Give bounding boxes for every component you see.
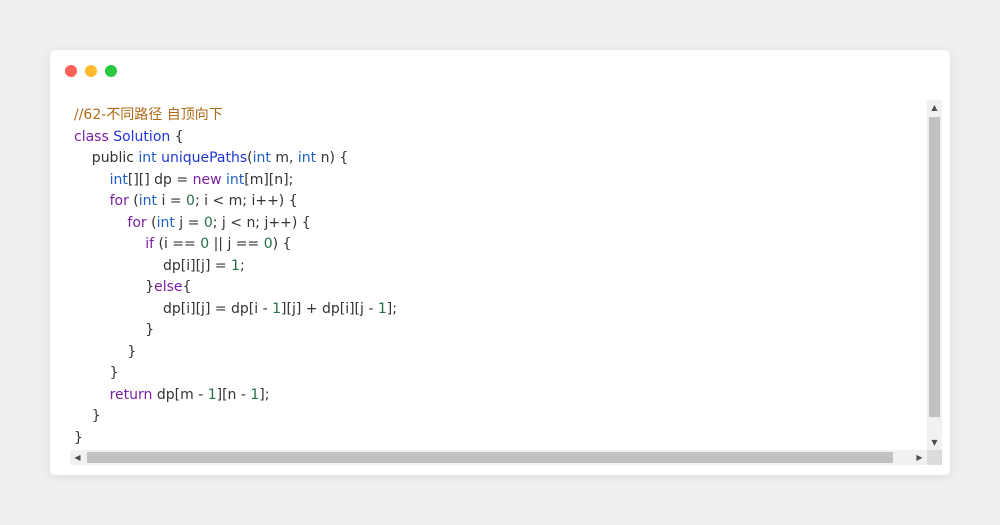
title-bar: [50, 50, 950, 92]
horizontal-scroll-thumb[interactable]: [87, 452, 893, 463]
code-line: int[][] dp = new int[m][n];: [74, 170, 924, 192]
code-token-default: || j ==: [209, 236, 264, 252]
code-line: for (int j = 0; j < n; j++) {: [74, 213, 924, 235]
code-token-comment: //62-不同路径 自顶向下: [74, 107, 223, 123]
code-token-default: [][] dp =: [127, 171, 193, 188]
scroll-up-arrow-icon[interactable]: ▲: [927, 100, 942, 115]
scroll-right-arrow-icon[interactable]: ▶: [912, 450, 927, 465]
maximize-button[interactable]: [105, 65, 117, 77]
code-token-type: int: [138, 193, 158, 209]
code-line: }: [74, 342, 924, 364]
code-token-keyword: if: [145, 236, 155, 252]
code-token-number: 0: [263, 236, 273, 252]
code-token-default: ; i < m; i++) {: [194, 193, 298, 209]
code-token-default: (: [146, 214, 157, 231]
code-token-keyword: class: [74, 128, 109, 145]
code-token-number: 0: [186, 193, 195, 209]
code-token-default: [74, 236, 145, 252]
code-token-number: 1: [272, 300, 282, 317]
code-token-default: (i ==: [154, 236, 201, 252]
code-token-keyword: for: [109, 193, 129, 209]
code-token-type: int: [225, 171, 245, 188]
code-line: dp[i][j] = 1;: [74, 256, 924, 278]
code-token-number: 1: [207, 386, 217, 403]
code-token-default: m,: [270, 150, 298, 166]
code-token-default: (: [128, 193, 139, 209]
vertical-scroll-thumb[interactable]: [929, 117, 940, 417]
code-token-default: {: [170, 128, 184, 145]
code-line: }: [74, 406, 924, 428]
code-token-default: {: [182, 279, 192, 295]
code-token-default: dp[i][j] =: [74, 257, 232, 274]
code-token-type: int: [138, 150, 157, 166]
code-token-keyword: new: [192, 171, 222, 188]
code-token-default: j =: [174, 214, 204, 231]
code-token-default: ];: [386, 300, 397, 317]
code-token-default: }: [74, 408, 101, 424]
code-token-number: 0: [203, 214, 213, 231]
code-line: }: [74, 428, 924, 450]
code-token-default: ; j < n; j++) {: [212, 214, 311, 231]
code-token-class: Solution: [113, 128, 171, 145]
code-token-number: 1: [231, 257, 240, 274]
scrollbar-corner: [927, 450, 942, 465]
code-editor[interactable]: //62-不同路径 自顶向下 class Solution { public in…: [70, 100, 943, 468]
code-token-default: [m][n];: [244, 171, 294, 188]
code-token-type: int: [156, 214, 175, 231]
code-token-type: int: [252, 150, 271, 166]
code-token-default: ];: [259, 386, 270, 403]
code-token-number: 1: [377, 300, 387, 317]
code-line: public int uniquePaths(int m, int n) {: [74, 148, 924, 170]
code-line: dp[i][j] = dp[i - 1][j] + dp[i][j - 1];: [74, 299, 924, 321]
scroll-left-arrow-icon[interactable]: ◀: [70, 450, 85, 465]
minimize-button[interactable]: [85, 65, 97, 77]
code-line: }: [74, 363, 924, 385]
code-line: //62-不同路径 自顶向下: [74, 105, 924, 127]
code-line: class Solution {: [74, 127, 924, 149]
code-token-method: uniquePaths: [161, 150, 248, 166]
code-token-default: [74, 387, 110, 403]
code-block[interactable]: //62-不同路径 自顶向下 class Solution { public in…: [74, 105, 924, 450]
code-token-type: int: [297, 150, 317, 166]
code-token-default: }: [74, 429, 83, 446]
horizontal-scrollbar[interactable]: ◀ ▶: [70, 450, 927, 465]
code-token-default: ][j] + dp[i][j -: [281, 300, 378, 317]
code-token-keyword: else: [154, 279, 183, 295]
code-token-default: ;: [239, 257, 245, 274]
code-window: //62-不同路径 自顶向下 class Solution { public in…: [50, 50, 950, 475]
code-token-keyword: for: [127, 214, 147, 231]
code-token-number: 0: [200, 236, 210, 252]
code-line: }: [74, 320, 924, 342]
code-token-default: ][n -: [216, 386, 251, 403]
vertical-scrollbar[interactable]: ▲ ▼: [927, 100, 942, 450]
code-token-number: 1: [250, 386, 260, 403]
code-line: for (int i = 0; i < m; i++) {: [74, 191, 924, 213]
code-token-default: i =: [157, 193, 187, 209]
code-token-default: [74, 172, 110, 188]
code-token-default: }: [74, 322, 155, 338]
code-line: return dp[m - 1][n - 1];: [74, 385, 924, 407]
code-token-default: n) {: [316, 150, 349, 166]
code-token-default: }: [74, 365, 119, 381]
code-token-default: ) {: [272, 236, 292, 252]
code-token-default: }: [74, 279, 155, 295]
code-token-default: [74, 215, 127, 231]
close-button[interactable]: [65, 65, 77, 77]
code-token-keyword: return: [109, 386, 153, 403]
code-token-default: }: [74, 343, 137, 360]
code-line: if (i == 0 || j == 0) {: [74, 234, 924, 256]
scroll-down-arrow-icon[interactable]: ▼: [927, 435, 942, 450]
code-line: }else{: [74, 277, 924, 299]
code-token-default: dp[i][j] = dp[i -: [74, 300, 273, 317]
code-token-default: public: [74, 150, 139, 166]
code-token-type: int: [109, 171, 128, 188]
code-token-default: dp[m -: [152, 386, 208, 403]
code-token-default: [74, 193, 110, 209]
